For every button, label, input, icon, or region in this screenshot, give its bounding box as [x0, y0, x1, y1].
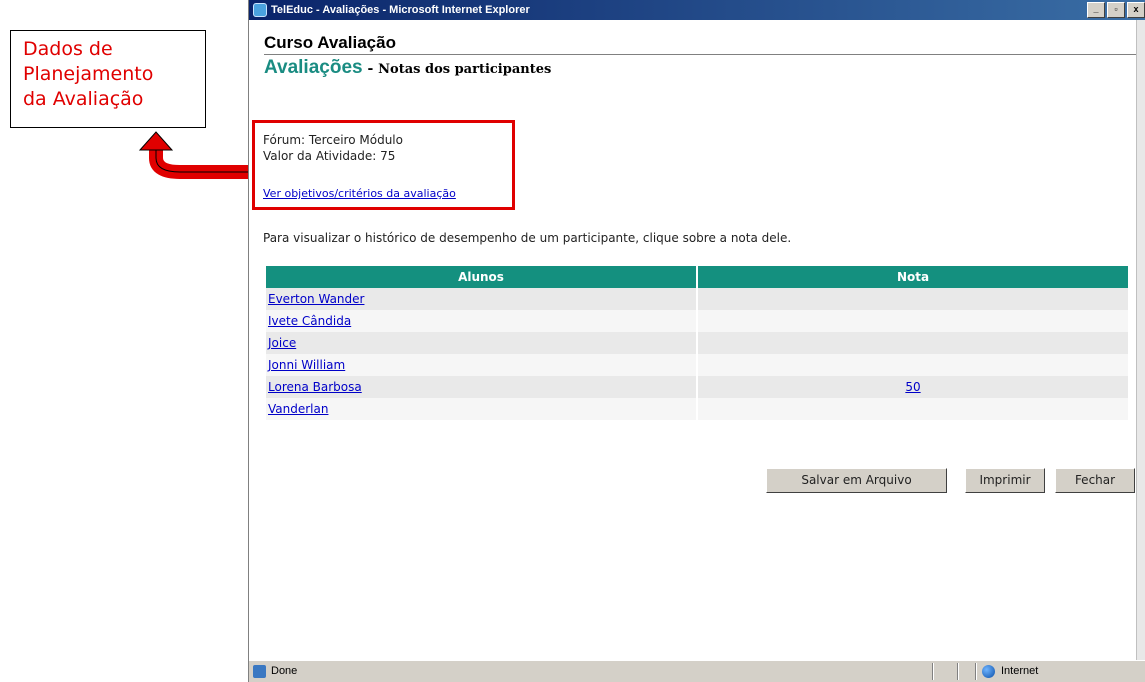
grade-link[interactable]: 50: [905, 380, 920, 394]
status-divider: [975, 663, 977, 680]
status-text: Done: [271, 665, 298, 677]
table-row: Vanderlan: [266, 398, 1128, 420]
table-row: Joice: [266, 332, 1128, 354]
vertical-scrollbar[interactable]: [1136, 20, 1145, 660]
security-zone: Internet: [1001, 665, 1039, 677]
student-link[interactable]: Ivete Cândida: [268, 314, 351, 328]
grade-cell: [697, 332, 1128, 354]
student-cell: Ivete Cândida: [266, 310, 698, 332]
section-title: Avaliações: [264, 57, 363, 78]
maximize-button[interactable]: ▫: [1107, 2, 1125, 18]
table-row: Jonni William: [266, 354, 1128, 376]
section-separator: -: [362, 61, 379, 77]
student-cell: Vanderlan: [266, 398, 698, 420]
close-window-button[interactable]: x: [1127, 2, 1145, 18]
student-link[interactable]: Everton Wander: [268, 292, 364, 306]
title-divider: [264, 54, 1136, 55]
course-title: Curso Avaliação: [264, 33, 396, 52]
student-link[interactable]: Jonni William: [268, 358, 345, 372]
annotation-line-1: Dados de: [23, 38, 113, 60]
grade-cell: 50: [697, 376, 1128, 398]
column-header-students: Alunos: [266, 266, 698, 288]
grade-cell: [697, 288, 1128, 310]
annotation-callout: Dados de Planejamento da Avaliação: [10, 30, 206, 128]
status-divider: [932, 663, 934, 680]
section-heading: Avaliações - Notas dos participantes: [264, 57, 551, 79]
student-link[interactable]: Joice: [268, 336, 296, 350]
grade-cell: [697, 354, 1128, 376]
objectives-link[interactable]: Ver objetivos/critérios da avaliação: [263, 187, 456, 200]
table-row: Lorena Barbosa 50: [266, 376, 1128, 398]
status-divider: [957, 663, 959, 680]
annotation-line-2: Planejamento: [23, 63, 154, 85]
student-cell: Everton Wander: [266, 288, 698, 310]
activity-value: Valor da Atividade: 75: [263, 149, 396, 163]
print-button[interactable]: Imprimir: [965, 468, 1045, 493]
table-row: Everton Wander: [266, 288, 1128, 310]
column-header-grade: Nota: [697, 266, 1128, 288]
instruction-text: Para visualizar o histórico de desempenh…: [263, 231, 792, 245]
ie-app-icon: [253, 3, 267, 17]
status-bar: Done Internet: [249, 660, 1145, 682]
grade-cell: [697, 310, 1128, 332]
close-button[interactable]: Fechar: [1055, 468, 1135, 493]
grades-table: Alunos Nota Everton Wander Ivete Cândida…: [266, 266, 1128, 420]
section-subtitle: Notas dos participantes: [378, 62, 552, 77]
student-cell: Lorena Barbosa: [266, 376, 698, 398]
window-titlebar[interactable]: TelEduc - Avaliações - Microsoft Interne…: [249, 0, 1145, 20]
save-to-file-button[interactable]: Salvar em Arquivo: [766, 468, 947, 493]
page-done-icon: [253, 665, 266, 678]
student-cell: Joice: [266, 332, 698, 354]
browser-window: TelEduc - Avaliações - Microsoft Interne…: [248, 0, 1145, 682]
grade-cell: [697, 398, 1128, 420]
curved-arrow-icon: [138, 131, 250, 179]
minimize-button[interactable]: _: [1087, 2, 1105, 18]
student-link[interactable]: Lorena Barbosa: [268, 380, 362, 394]
window-title: TelEduc - Avaliações - Microsoft Interne…: [271, 4, 530, 16]
forum-info: Fórum: Terceiro Módulo: [263, 133, 403, 147]
internet-globe-icon: [982, 665, 995, 678]
table-row: Ivete Cândida: [266, 310, 1128, 332]
annotation-line-3: da Avaliação: [23, 88, 144, 110]
student-cell: Jonni William: [266, 354, 698, 376]
student-link[interactable]: Vanderlan: [268, 402, 328, 416]
table-header-row: Alunos Nota: [266, 266, 1128, 288]
